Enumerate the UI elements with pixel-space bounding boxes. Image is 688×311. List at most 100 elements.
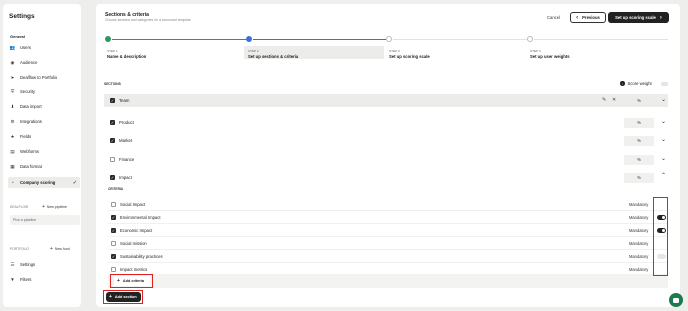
new-fund-link[interactable]: + New fund (50, 246, 70, 252)
section-checkbox[interactable]: ✓ (110, 175, 115, 180)
section-weight-input[interactable]: % (624, 172, 654, 183)
criteria-row[interactable]: Social mission Mandatory (108, 238, 668, 250)
step-1-name[interactable]: Name & description (107, 54, 146, 59)
add-section-button[interactable]: + Add section (106, 292, 141, 302)
step-connector (253, 38, 386, 40)
step-4-name[interactable]: Set up user weights (530, 54, 570, 59)
sliders-icon: ☰ (10, 261, 15, 267)
criteria-name: Impact metrics (120, 267, 148, 272)
sidebar-item-security[interactable]: ⛨ Security (8, 86, 80, 97)
sidebar-item-users[interactable]: 👥 Users (8, 42, 80, 53)
sidebar-item-fields[interactable]: ★ Fields (8, 131, 80, 142)
section-name: Finance (119, 157, 135, 162)
step-3-name[interactable]: Set up scoring scale (389, 54, 430, 59)
cancel-button[interactable]: Cancel (547, 15, 560, 20)
sidebar-item-settings[interactable]: ☰ Settings (8, 259, 80, 270)
criteria-row[interactable]: ✓ Environmental Impact Mandatory (108, 212, 668, 224)
chevron-down-icon[interactable]: ⌄ (661, 155, 666, 162)
section-row-finance[interactable]: Finance % ⌄ (104, 153, 668, 166)
close-icon[interactable]: ✕ (612, 97, 616, 103)
section-weight-input[interactable]: % (624, 96, 654, 106)
sidebar-item-audience[interactable]: ◉ Audience (8, 57, 80, 68)
step-2-name[interactable]: Set up sections & criteria (248, 54, 298, 59)
next-step-button[interactable]: Set up scoring scale › (608, 12, 669, 23)
section-checkbox[interactable] (110, 157, 115, 162)
section-name: Market (119, 138, 133, 143)
criteria-checkbox[interactable]: ✓ (111, 215, 116, 220)
download-icon: ⬇ (10, 103, 15, 109)
sidebar-item-data-import[interactable]: ⬇ Data import (8, 101, 80, 112)
chat-launcher-button[interactable] (669, 293, 683, 307)
score-weight-toggle[interactable] (661, 82, 668, 86)
mandatory-label: Mandatory (629, 215, 649, 220)
section-name: Team (119, 98, 130, 103)
pipeline-select-placeholder: Pick a pipeline (13, 218, 37, 222)
chevron-down-icon[interactable]: ⌄ (661, 96, 666, 103)
section-checkbox[interactable]: ✓ (110, 138, 115, 143)
criteria-row[interactable]: ✓ Sustainability practices Mandatory (108, 251, 668, 263)
criteria-row[interactable]: ✓ Economic Impact Mandatory (108, 225, 668, 237)
score-weight-label: i Score weight (620, 81, 652, 86)
section-row-team[interactable]: ✓ Team ✎ ✕ % ⌄ (104, 94, 668, 107)
new-pipeline-link[interactable]: + New pipeline (42, 204, 67, 210)
step-1-done-indicator (105, 36, 111, 42)
checkmark-icon: ✓ (72, 179, 77, 186)
section-row-product[interactable]: ✓ Product % ⌄ (104, 116, 668, 129)
step-connector (112, 38, 246, 40)
sidebar-item-filters[interactable]: ▼ Filters (8, 274, 80, 285)
plug-icon: ⚙ (10, 118, 15, 124)
section-checkbox[interactable]: ✓ (110, 98, 115, 103)
criteria-row[interactable]: Social Impact Mandatory (108, 199, 668, 211)
step-2-current-indicator (246, 36, 252, 42)
mandatory-label: Mandatory (629, 241, 649, 246)
sidebar-item-label: Data import (20, 104, 42, 109)
mandatory-toggle[interactable] (657, 228, 666, 233)
chevron-down-icon[interactable]: ⌄ (661, 136, 666, 143)
send-icon: ➤ (10, 74, 15, 80)
previous-button[interactable]: ‹ Previous (570, 12, 606, 23)
sections-heading: SECTIONS (104, 82, 121, 86)
chevron-left-icon: ‹ (576, 14, 579, 21)
new-fund-label: New fund (54, 247, 70, 251)
mandatory-toggle[interactable] (657, 215, 666, 220)
criteria-checkbox[interactable] (111, 267, 116, 272)
plus-icon: + (42, 204, 45, 210)
mandatory-toggle[interactable] (657, 254, 666, 259)
criteria-checkbox[interactable] (111, 241, 116, 246)
sidebar-item-data-format[interactable]: ▦ Data format (8, 161, 80, 172)
portfolio-label: PORTFOLIO (10, 247, 29, 251)
step-2-label: STEP 2 (248, 49, 259, 53)
section-weight-input[interactable]: % (624, 154, 654, 165)
chevron-up-icon[interactable]: ⌃ (661, 172, 666, 179)
add-section-label: Add section (114, 295, 137, 299)
criteria-checkbox[interactable] (111, 202, 116, 207)
info-icon: i (620, 81, 625, 86)
previous-label: Previous (582, 15, 600, 20)
chevron-down-icon[interactable]: ⌄ (661, 118, 666, 125)
pipeline-select[interactable]: Pick a pipeline ⌄ (10, 215, 571, 225)
criteria-checkbox[interactable]: ✓ (111, 228, 116, 233)
sidebar-item-webforms[interactable]: ▤ Webforms (8, 146, 80, 157)
section-weight-input[interactable]: % (624, 135, 654, 146)
sidebar-item-integrations[interactable]: ⚙ Integrations (8, 116, 80, 127)
section-row-market[interactable]: ✓ Market % ⌄ (104, 134, 668, 147)
form-icon: ▤ (10, 148, 15, 154)
step-3-indicator (386, 36, 392, 42)
sidebar-item-company-scoring[interactable]: ◔ Company scoring ✓ (8, 177, 80, 188)
section-name: Product (119, 120, 134, 125)
section-row-impact[interactable]: ✓ Impact % ⌃ (104, 171, 668, 184)
sidebar-item-dealflow-to-portfolio[interactable]: ➤ Dealflow to Portfolio (8, 72, 80, 83)
edit-icon[interactable]: ✎ (602, 97, 606, 103)
criteria-checkbox[interactable]: ✓ (111, 254, 116, 259)
criteria-name: Social mission (120, 241, 147, 246)
section-checkbox[interactable]: ✓ (110, 120, 115, 125)
criteria-name: Sustainability practices (120, 254, 163, 259)
sidebar-item-label: Audience (20, 60, 38, 65)
next-step-label: Set up scoring scale (615, 15, 656, 20)
score-weight-text: Score weight (627, 81, 652, 86)
step-4-label: STEP 4 (530, 49, 541, 53)
section-weight-input[interactable]: % (624, 117, 654, 128)
sidebar-item-label: Dealflow to Portfolio (20, 75, 58, 80)
add-criteria-button[interactable]: + Add criteria (114, 276, 150, 286)
sidebar-item-label: Webforms (20, 149, 40, 154)
